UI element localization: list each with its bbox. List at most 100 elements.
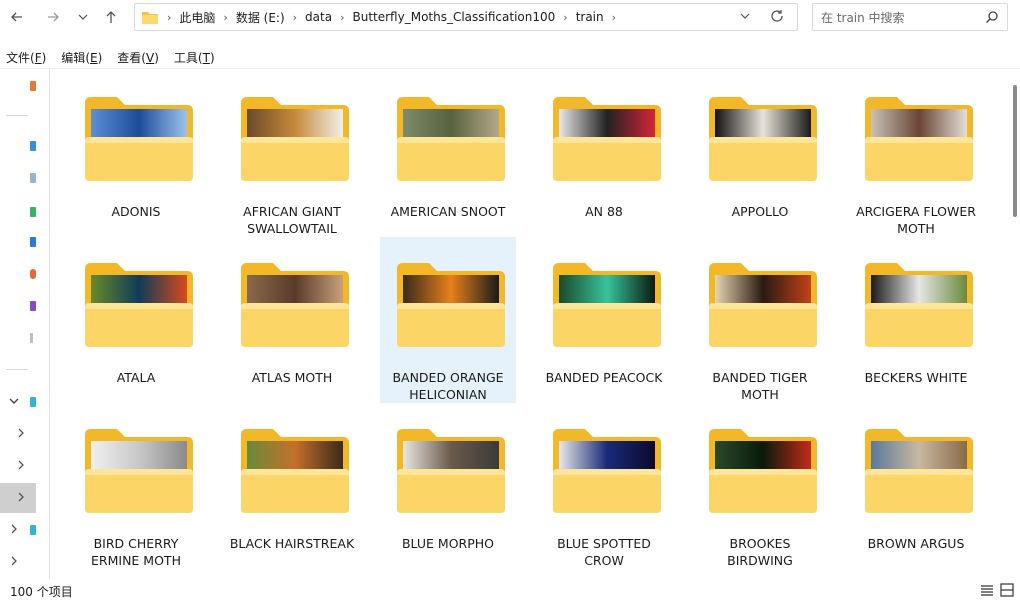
folder-item[interactable]: BROOKES BIRDWING <box>692 403 828 569</box>
chevron-right-icon[interactable] <box>15 491 27 507</box>
address-toolbar: › 此电脑 › 数据 (E:) › data › Butterfly_Moths… <box>0 0 1020 34</box>
folder-thumbnail-icon <box>395 425 507 515</box>
menu-edit[interactable]: 编辑(E) <box>61 49 102 66</box>
folder-thumbnail-icon <box>395 259 507 349</box>
folder-name-label: ATLAS MOTH <box>251 370 333 385</box>
folder-thumbnail-icon <box>551 93 663 183</box>
folder-item[interactable]: BROWN ARGUS <box>848 403 984 569</box>
folder-name-label: BANDED PEACOCK <box>545 370 663 385</box>
folder-name-label: BIRD CHERRY ERMINE MOTH <box>91 536 181 568</box>
chevron-right-icon[interactable] <box>15 459 27 475</box>
file-list-view[interactable]: ADONIS AFRICAN GIANT SWALLOWTAIL AMERICAN … <box>54 69 1010 579</box>
breadcrumb-chevron-icon[interactable]: › <box>293 11 297 24</box>
folder-thumbnail-icon <box>707 425 819 515</box>
folder-item[interactable]: BECKERS WHITE <box>848 237 984 403</box>
folder-thumbnail-icon <box>707 93 819 183</box>
up-arrow-icon[interactable] <box>100 6 122 28</box>
breadcrumb-chevron-icon[interactable]: › <box>612 11 616 24</box>
breadcrumb-item[interactable]: data <box>305 10 332 24</box>
folder-item[interactable]: ATLAS MOTH <box>224 237 360 403</box>
folder-thumbnail-icon <box>863 259 975 349</box>
chevron-right-icon[interactable] <box>8 523 20 539</box>
breadcrumb-chevron-icon[interactable]: › <box>563 11 567 24</box>
search-icon[interactable] <box>985 10 999 27</box>
menu-tools[interactable]: 工具(T) <box>174 49 215 66</box>
folder-name-label: ADONIS <box>111 204 161 219</box>
refresh-icon[interactable] <box>769 8 785 28</box>
large-icons-view-icon[interactable] <box>1000 583 1016 599</box>
folder-name-label: BLACK HAIRSTREAK <box>229 536 355 551</box>
chevron-down-icon[interactable] <box>8 395 20 411</box>
pictures-icon[interactable] <box>30 237 36 247</box>
folder-item[interactable]: AN 88 <box>536 71 672 237</box>
folder-item[interactable]: APPOLLO <box>692 71 828 237</box>
nav-divider <box>6 369 28 370</box>
search-placeholder: 在 train 中搜索 <box>821 10 905 25</box>
folder-item[interactable]: AMERICAN SNOOT <box>380 71 516 237</box>
breadcrumb-item[interactable]: 此电脑 <box>179 9 215 26</box>
search-input[interactable]: 在 train 中搜索 <box>812 3 1008 31</box>
vertical-scrollbar[interactable] <box>1011 69 1020 579</box>
breadcrumb-chevron-icon[interactable]: › <box>340 11 344 24</box>
folder-item[interactable]: BLUE SPOTTED CROW <box>536 403 672 569</box>
folder-icon <box>141 10 159 25</box>
folder-item[interactable]: ADONIS <box>68 71 204 237</box>
folder-name-label: AFRICAN GIANT SWALLOWTAIL <box>243 204 341 236</box>
folder-name-label: BLUE MORPHO <box>401 536 495 551</box>
folder-thumbnail-icon <box>707 259 819 349</box>
back-arrow-icon[interactable] <box>6 6 28 28</box>
address-bar[interactable]: › 此电脑 › 数据 (E:) › data › Butterfly_Moths… <box>134 3 798 31</box>
nav-divider <box>6 115 28 116</box>
breadcrumb-item[interactable]: 数据 (E:) <box>236 9 285 26</box>
breadcrumb-item[interactable]: Butterfly_Moths_Classification100 <box>352 10 555 24</box>
folder-item[interactable]: BLACK HAIRSTREAK <box>224 403 360 569</box>
chevron-right-icon[interactable] <box>8 555 20 571</box>
navigation-pane[interactable] <box>0 69 50 579</box>
folder-name-label: BROOKES BIRDWING <box>727 536 793 568</box>
videos-icon[interactable] <box>30 301 36 311</box>
folder-thumbnail-icon <box>863 425 975 515</box>
network-icon[interactable] <box>30 525 36 535</box>
chevron-right-icon[interactable] <box>15 427 27 443</box>
folder-name-label: AN 88 <box>585 204 623 219</box>
documents-icon[interactable] <box>30 173 36 183</box>
folder-thumbnail-icon <box>551 425 663 515</box>
folder-item[interactable]: ARCIGERA FLOWER MOTH <box>848 71 984 237</box>
folder-thumbnail-icon <box>239 93 351 183</box>
details-view-icon[interactable] <box>980 583 996 599</box>
home-icon[interactable] <box>30 81 36 91</box>
forward-arrow-icon[interactable] <box>42 6 64 28</box>
folder-item[interactable]: BIRD CHERRY ERMINE MOTH <box>68 403 204 569</box>
folder-thumbnail-icon <box>83 259 195 349</box>
folder-item[interactable]: AFRICAN GIANT SWALLOWTAIL <box>224 71 360 237</box>
breadcrumb-item[interactable]: train <box>576 10 604 24</box>
folder-item[interactable]: BANDED ORANGE HELICONIAN <box>380 237 516 403</box>
folder-thumbnail-icon <box>551 259 663 349</box>
breadcrumb-chevron-icon[interactable]: › <box>223 11 227 24</box>
scrollbar-thumb[interactable] <box>1013 85 1017 217</box>
folder-name-label: BLUE SPOTTED CROW <box>557 536 651 568</box>
folder-thumbnail-icon <box>83 93 195 183</box>
folder-name-label: BECKERS WHITE <box>864 370 968 385</box>
folder-item[interactable]: BANDED TIGER MOTH <box>692 237 828 403</box>
folder-name-label: BANDED TIGER MOTH <box>712 370 808 402</box>
folder-item[interactable]: ATALA <box>68 237 204 403</box>
folder-name-label: ATALA <box>116 370 156 385</box>
menu-view[interactable]: 查看(V) <box>117 49 159 66</box>
music-icon[interactable] <box>30 269 36 279</box>
chevron-down-icon[interactable] <box>72 6 94 28</box>
item-count: 100 个项目 <box>10 585 73 599</box>
folder-thumbnail-icon <box>239 425 351 515</box>
folder-thumbnail-icon <box>863 93 975 183</box>
this-pc-icon[interactable] <box>30 397 36 407</box>
desktop-icon[interactable] <box>30 141 36 151</box>
menu-file[interactable]: 文件(F) <box>6 49 46 66</box>
folder-item[interactable]: BANDED PEACOCK <box>536 237 672 403</box>
drive-icon[interactable] <box>30 333 33 343</box>
address-history-dropdown-icon[interactable] <box>739 10 751 25</box>
folder-name-label: APPOLLO <box>731 204 789 219</box>
folder-thumbnail-icon <box>395 93 507 183</box>
downloads-icon[interactable] <box>30 207 36 217</box>
folder-name-label: BANDED ORANGE HELICONIAN <box>392 370 504 402</box>
folder-item[interactable]: BLUE MORPHO <box>380 403 516 569</box>
